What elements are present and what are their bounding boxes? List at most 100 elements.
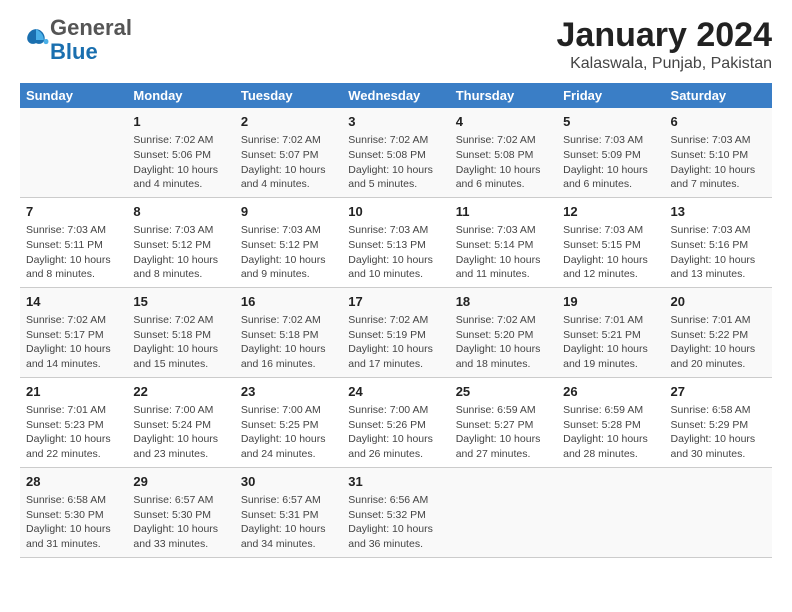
day-info-text: Daylight: 10 hours [26, 253, 121, 268]
day-info-text: Daylight: 10 hours [241, 253, 336, 268]
day-info-text: Daylight: 10 hours [133, 253, 228, 268]
day-info-text: Sunset: 5:18 PM [241, 328, 336, 343]
day-number: 31 [348, 473, 443, 491]
day-info-text: Daylight: 10 hours [26, 432, 121, 447]
calendar-cell: 3Sunrise: 7:02 AMSunset: 5:08 PMDaylight… [342, 108, 449, 197]
day-info-text: Sunrise: 7:02 AM [26, 313, 121, 328]
day-number: 10 [348, 203, 443, 221]
calendar-cell: 23Sunrise: 7:00 AMSunset: 5:25 PMDayligh… [235, 377, 342, 467]
day-info-text: Sunrise: 7:03 AM [563, 223, 658, 238]
day-number: 5 [563, 113, 658, 131]
day-number: 11 [456, 203, 551, 221]
day-number: 24 [348, 383, 443, 401]
day-info-text: and 23 minutes. [133, 447, 228, 462]
calendar-week-row: 7Sunrise: 7:03 AMSunset: 5:11 PMDaylight… [20, 197, 772, 287]
day-info-text: Sunset: 5:31 PM [241, 508, 336, 523]
day-info-text: Daylight: 10 hours [241, 163, 336, 178]
calendar-week-row: 28Sunrise: 6:58 AMSunset: 5:30 PMDayligh… [20, 467, 772, 557]
day-info-text: Sunrise: 7:03 AM [456, 223, 551, 238]
calendar-cell: 20Sunrise: 7:01 AMSunset: 5:22 PMDayligh… [665, 287, 772, 377]
day-info-text: Sunset: 5:09 PM [563, 148, 658, 163]
calendar-cell [557, 467, 664, 557]
calendar-cell: 12Sunrise: 7:03 AMSunset: 5:15 PMDayligh… [557, 197, 664, 287]
calendar-cell: 22Sunrise: 7:00 AMSunset: 5:24 PMDayligh… [127, 377, 234, 467]
day-number: 26 [563, 383, 658, 401]
day-info-text: Daylight: 10 hours [456, 342, 551, 357]
day-info-text: Sunrise: 7:00 AM [348, 403, 443, 418]
day-info-text: Sunrise: 7:02 AM [348, 313, 443, 328]
day-info-text: Sunrise: 7:01 AM [563, 313, 658, 328]
calendar-cell: 13Sunrise: 7:03 AMSunset: 5:16 PMDayligh… [665, 197, 772, 287]
day-info-text: Daylight: 10 hours [563, 253, 658, 268]
day-info-text: and 22 minutes. [26, 447, 121, 462]
day-info-text: and 24 minutes. [241, 447, 336, 462]
day-info-text: Sunset: 5:12 PM [133, 238, 228, 253]
calendar-cell: 9Sunrise: 7:03 AMSunset: 5:12 PMDaylight… [235, 197, 342, 287]
day-number: 15 [133, 293, 228, 311]
day-info-text: Daylight: 10 hours [348, 253, 443, 268]
day-info-text: Sunrise: 7:03 AM [671, 133, 766, 148]
day-info-text: and 17 minutes. [348, 357, 443, 372]
day-info-text: Sunrise: 7:02 AM [456, 313, 551, 328]
day-info-text: and 12 minutes. [563, 267, 658, 282]
day-info-text: Daylight: 10 hours [563, 163, 658, 178]
calendar-cell: 2Sunrise: 7:02 AMSunset: 5:07 PMDaylight… [235, 108, 342, 197]
day-info-text: Daylight: 10 hours [241, 522, 336, 537]
day-info-text: and 9 minutes. [241, 267, 336, 282]
day-number: 22 [133, 383, 228, 401]
day-info-text: Sunset: 5:23 PM [26, 418, 121, 433]
calendar-cell: 1Sunrise: 7:02 AMSunset: 5:06 PMDaylight… [127, 108, 234, 197]
day-info-text: Sunset: 5:18 PM [133, 328, 228, 343]
title-block: January 2024 Kalaswala, Punjab, Pakistan [557, 16, 773, 73]
calendar-cell [665, 467, 772, 557]
day-info-text: and 13 minutes. [671, 267, 766, 282]
day-info-text: Sunrise: 7:03 AM [563, 133, 658, 148]
day-info-text: and 26 minutes. [348, 447, 443, 462]
day-info-text: Daylight: 10 hours [348, 432, 443, 447]
day-info-text: and 18 minutes. [456, 357, 551, 372]
day-number: 19 [563, 293, 658, 311]
calendar-cell: 29Sunrise: 6:57 AMSunset: 5:30 PMDayligh… [127, 467, 234, 557]
day-info-text: Daylight: 10 hours [133, 163, 228, 178]
day-info-text: and 20 minutes. [671, 357, 766, 372]
day-info-text: Sunset: 5:06 PM [133, 148, 228, 163]
day-number: 28 [26, 473, 121, 491]
day-info-text: Daylight: 10 hours [671, 432, 766, 447]
day-number: 9 [241, 203, 336, 221]
day-info-text: and 8 minutes. [26, 267, 121, 282]
logo-general-text: General [50, 15, 132, 40]
day-info-text: Sunset: 5:21 PM [563, 328, 658, 343]
calendar-week-row: 1Sunrise: 7:02 AMSunset: 5:06 PMDaylight… [20, 108, 772, 197]
day-info-text: Daylight: 10 hours [348, 342, 443, 357]
day-info-text: Daylight: 10 hours [563, 432, 658, 447]
calendar-cell: 19Sunrise: 7:01 AMSunset: 5:21 PMDayligh… [557, 287, 664, 377]
day-info-text: Daylight: 10 hours [241, 342, 336, 357]
logo: General Blue [20, 16, 132, 64]
day-info-text: and 5 minutes. [348, 177, 443, 192]
day-number: 21 [26, 383, 121, 401]
calendar-cell: 21Sunrise: 7:01 AMSunset: 5:23 PMDayligh… [20, 377, 127, 467]
calendar-cell: 25Sunrise: 6:59 AMSunset: 5:27 PMDayligh… [450, 377, 557, 467]
day-info-text: and 6 minutes. [456, 177, 551, 192]
day-header-sunday: Sunday [20, 83, 127, 108]
day-info-text: and 31 minutes. [26, 537, 121, 552]
day-info-text: Sunrise: 7:02 AM [241, 313, 336, 328]
calendar-cell: 18Sunrise: 7:02 AMSunset: 5:20 PMDayligh… [450, 287, 557, 377]
day-info-text: Sunset: 5:16 PM [671, 238, 766, 253]
calendar-cell: 10Sunrise: 7:03 AMSunset: 5:13 PMDayligh… [342, 197, 449, 287]
day-info-text: Sunset: 5:27 PM [456, 418, 551, 433]
day-info-text: Daylight: 10 hours [26, 522, 121, 537]
day-number: 23 [241, 383, 336, 401]
day-info-text: and 27 minutes. [456, 447, 551, 462]
day-header-thursday: Thursday [450, 83, 557, 108]
day-info-text: Sunset: 5:32 PM [348, 508, 443, 523]
day-info-text: and 19 minutes. [563, 357, 658, 372]
day-number: 2 [241, 113, 336, 131]
day-number: 12 [563, 203, 658, 221]
logo-bird-icon [22, 26, 50, 54]
day-info-text: Daylight: 10 hours [671, 163, 766, 178]
day-info-text: Sunrise: 6:56 AM [348, 493, 443, 508]
day-info-text: Sunrise: 6:57 AM [241, 493, 336, 508]
day-info-text: Sunset: 5:07 PM [241, 148, 336, 163]
logo-blue-text: Blue [50, 39, 98, 64]
